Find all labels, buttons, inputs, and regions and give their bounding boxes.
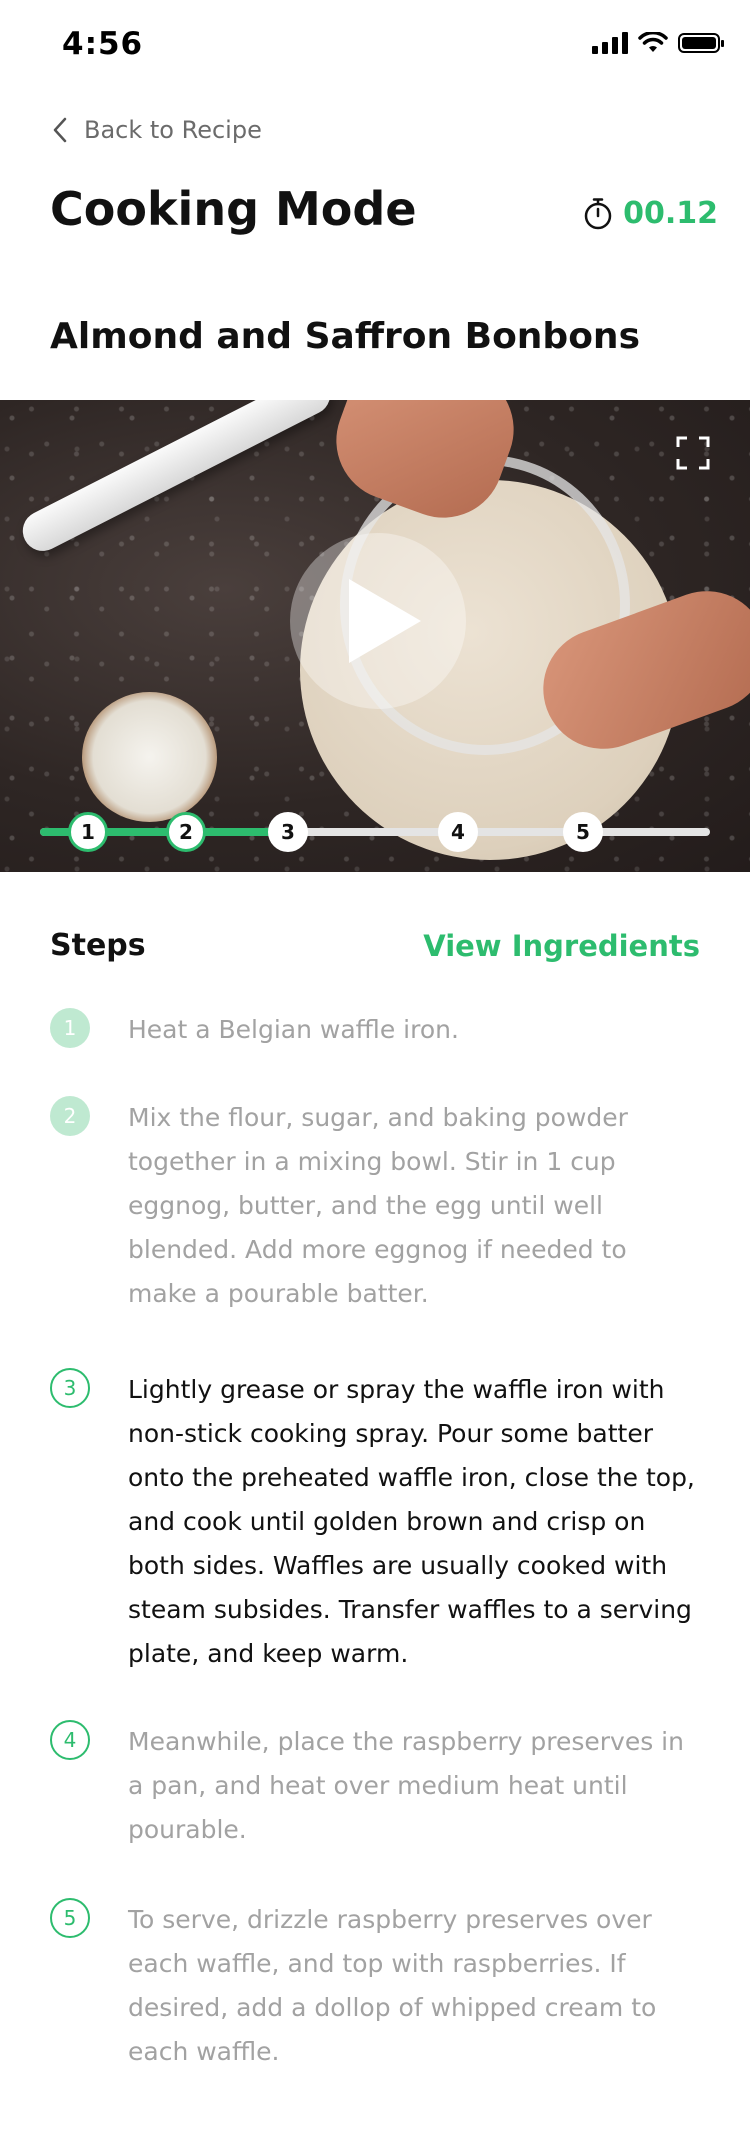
- progress-step-3[interactable]: 3: [268, 812, 308, 852]
- step-item[interactable]: 1 Heat a Belgian waffle iron.: [50, 1008, 700, 1052]
- back-chevron-icon: [53, 117, 67, 143]
- steps-title: Steps: [50, 928, 146, 963]
- video-flour-bowl: [82, 692, 217, 822]
- step-item-current[interactable]: 3 Lightly grease or spray the waffle iro…: [50, 1368, 700, 1676]
- step-text: Lightly grease or spray the waffle iron …: [128, 1375, 695, 1668]
- stopwatch-icon: [584, 197, 612, 229]
- back-to-recipe-link[interactable]: Back to Recipe: [50, 116, 262, 144]
- progress-step-4[interactable]: 4: [438, 812, 478, 852]
- step-item[interactable]: 2 Mix the flour, sugar, and baking powde…: [50, 1096, 700, 1316]
- progress-step-1[interactable]: 1: [68, 812, 108, 852]
- step-number: 4: [50, 1720, 90, 1760]
- step-number: 3: [50, 1368, 90, 1408]
- recipe-title: Almond and Saffron Bonbons: [50, 316, 640, 357]
- step-text: To serve, drizzle raspberry preserves ov…: [128, 1905, 657, 2066]
- step-text: Meanwhile, place the raspberry preserves…: [128, 1727, 684, 1844]
- step-text: Heat a Belgian waffle iron.: [128, 1015, 459, 1044]
- steps-header: Steps View Ingredients: [50, 928, 700, 963]
- status-time: 4:56: [62, 26, 144, 62]
- play-icon: [349, 579, 421, 663]
- step-item[interactable]: 4 Meanwhile, place the raspberry preserv…: [50, 1720, 700, 1852]
- step-number: 2: [50, 1096, 90, 1136]
- signal-icon: [592, 32, 628, 54]
- fullscreen-icon[interactable]: [676, 436, 710, 470]
- step-item[interactable]: 5 To serve, drizzle raspberry preserves …: [50, 1898, 700, 2074]
- status-bar: 4:56: [0, 0, 750, 90]
- back-link-label: Back to Recipe: [84, 116, 262, 144]
- recipe-video[interactable]: 1 2 3 4 5: [0, 400, 750, 872]
- progress-step-2[interactable]: 2: [166, 812, 206, 852]
- step-text: Mix the flour, sugar, and baking powder …: [128, 1103, 628, 1308]
- timer-value: 00.12: [623, 196, 718, 231]
- step-number: 5: [50, 1898, 90, 1938]
- wifi-icon: [638, 32, 668, 52]
- battery-icon: [678, 33, 724, 53]
- progress-step-5[interactable]: 5: [563, 812, 603, 852]
- step-number: 1: [50, 1008, 90, 1048]
- play-button[interactable]: [290, 533, 466, 709]
- page-title: Cooking Mode: [50, 182, 417, 236]
- view-ingredients-link[interactable]: View Ingredients: [423, 929, 700, 963]
- cooking-timer: 00.12: [583, 196, 718, 231]
- status-icons: [592, 32, 724, 54]
